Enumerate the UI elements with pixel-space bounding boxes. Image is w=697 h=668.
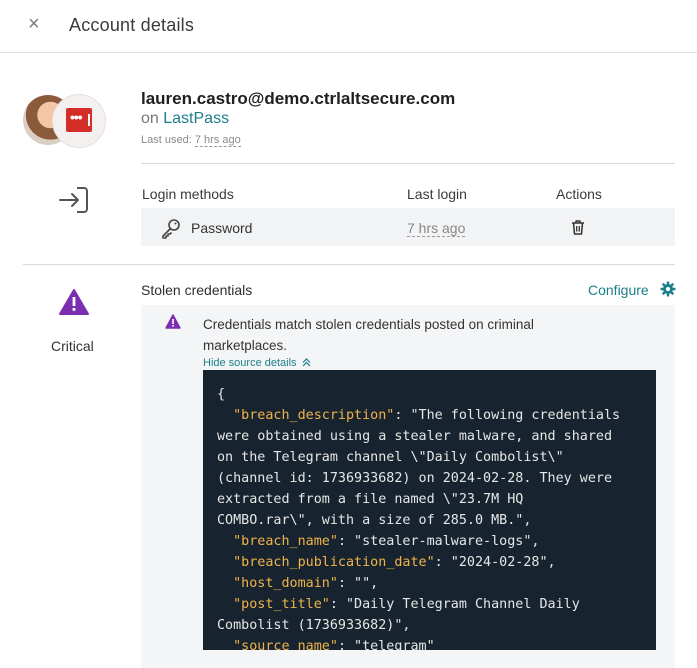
divider — [141, 163, 675, 164]
code-line: "post_title": "Daily Telegram Channel Da… — [233, 597, 580, 612]
code-line: (channel id: 1736933682) on 2024-02-28. … — [217, 471, 613, 486]
hide-source-details-label: Hide source details — [203, 357, 297, 369]
col-actions: Actions — [556, 186, 602, 202]
warning-triangle-icon — [59, 289, 89, 315]
code-line: were obtained using a stealer malware, a… — [217, 429, 613, 444]
code-key: "breach_publication_date" — [233, 555, 435, 570]
app-link[interactable]: LastPass — [163, 110, 229, 127]
last-used-value: 7 hrs ago — [194, 134, 241, 147]
sign-in-icon — [59, 187, 88, 213]
section-title: Stolen credentials — [141, 282, 253, 298]
code-key: "breach_description" — [233, 408, 395, 423]
code-line: "breach_publication_date": "2024-02-28", — [233, 555, 556, 570]
lastpass-logo-icon: ••• — [52, 94, 106, 148]
gear-icon[interactable] — [660, 281, 676, 297]
on-prefix: on — [141, 110, 159, 127]
page-title: Account details — [69, 15, 195, 35]
trash-icon[interactable] — [570, 219, 586, 236]
code-line: Combolist (1736933682)", — [217, 618, 411, 633]
code-line: "source_name": "telegram" — [217, 636, 656, 650]
close-icon[interactable]: × — [28, 13, 40, 36]
code-key: "source_name" — [233, 639, 338, 650]
configure-link[interactable]: Configure — [588, 282, 649, 298]
code-line: extracted from a file named \"23.7M HQ — [217, 492, 524, 507]
code-line: "breach_name": "stealer-malware-logs", — [233, 534, 540, 549]
account-email: lauren.castro@demo.ctrlaltsecure.com — [141, 89, 456, 108]
last-used: Last used: 7 hrs ago — [141, 134, 241, 147]
hide-source-details-link[interactable]: Hide source details — [203, 357, 311, 369]
warning-triangle-icon — [165, 314, 181, 329]
code-line: "host_domain": "", — [233, 576, 379, 591]
code-line: "breach_description": "The following cre… — [233, 408, 621, 423]
last-login-value: 7 hrs ago — [407, 220, 466, 237]
code-key: "host_domain" — [233, 576, 338, 591]
code-key: "post_title" — [233, 597, 330, 612]
divider — [23, 264, 675, 265]
col-login-methods: Login methods — [142, 186, 234, 202]
code-line: COMBO.rar\", with a size of 285.0 MB.", — [217, 513, 532, 528]
code-key: "breach_name" — [233, 534, 338, 549]
key-icon — [162, 219, 180, 239]
code-line: { — [217, 387, 226, 402]
header: × Account details — [0, 0, 697, 53]
last-used-label: Last used: — [141, 134, 192, 146]
col-last-login: Last login — [407, 186, 467, 202]
source-details-code: { "breach_description": "The following c… — [203, 370, 656, 650]
app-line: on LastPass — [141, 110, 229, 128]
severity-label: Critical — [51, 338, 94, 354]
code-line: on the Telegram channel \"Daily Combolis… — [217, 450, 564, 465]
alert-message: Credentials match stolen credentials pos… — [203, 317, 534, 353]
login-method-password: Password — [191, 220, 253, 236]
chevron-double-up-icon — [302, 358, 311, 367]
